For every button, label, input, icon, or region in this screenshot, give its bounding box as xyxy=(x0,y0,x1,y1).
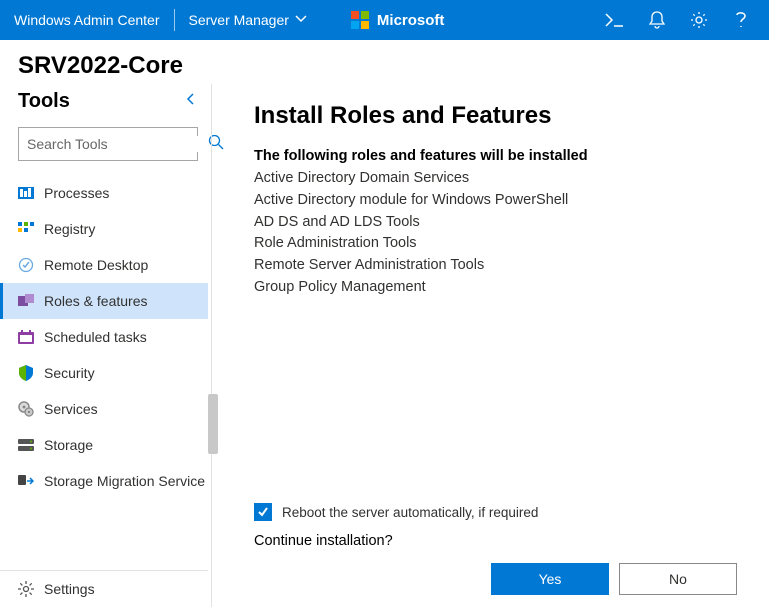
help-icon[interactable] xyxy=(731,10,751,30)
top-bar: Windows Admin Center Server Manager Micr… xyxy=(0,0,769,40)
sidebar-item-label: Settings xyxy=(44,581,95,597)
topbar-right xyxy=(605,10,759,30)
feature-line: Remote Server Administration Tools xyxy=(254,255,741,277)
feature-line: Active Directory Domain Services xyxy=(254,168,741,190)
sidebar-item-storage[interactable]: Storage xyxy=(0,427,208,463)
server-name: SRV2022-Core xyxy=(0,40,769,84)
tools-title: Tools xyxy=(18,90,70,113)
feature-line: Role Administration Tools xyxy=(254,233,741,255)
reboot-row: Reboot the server automatically, if requ… xyxy=(254,503,741,521)
microsoft-logo: Microsoft xyxy=(351,11,445,29)
microsoft-logo-icon xyxy=(351,11,369,29)
registry-icon xyxy=(18,221,34,237)
chevron-down-icon xyxy=(295,12,307,28)
settings-strip: Settings xyxy=(0,570,208,607)
topbar-left: Windows Admin Center Server Manager Micr… xyxy=(10,9,444,31)
confirmation-block: Reboot the server automatically, if requ… xyxy=(254,503,741,607)
module-dropdown[interactable]: Server Manager xyxy=(175,12,315,28)
shield-icon xyxy=(18,365,34,381)
feature-line: Group Policy Management xyxy=(254,277,741,299)
continue-question: Continue installation? xyxy=(254,533,741,549)
tools-header: Tools xyxy=(18,90,208,113)
button-row: Yes No xyxy=(254,563,741,595)
content-panel: Install Roles and Features The following… xyxy=(220,84,769,607)
sidebar: Tools Processes Registry Remote Desktop xyxy=(0,84,208,607)
sidebar-item-label: Storage xyxy=(44,437,93,453)
sidebar-item-security[interactable]: Security xyxy=(0,355,208,391)
storage-icon xyxy=(18,437,34,453)
page-title: Install Roles and Features xyxy=(254,102,741,130)
splitter[interactable] xyxy=(208,84,220,607)
gear-icon xyxy=(18,581,34,597)
services-icon xyxy=(18,401,34,417)
reboot-checkbox[interactable] xyxy=(254,503,272,521)
sidebar-item-label: Storage Migration Service xyxy=(44,473,205,489)
feature-line: AD DS and AD LDS Tools xyxy=(254,212,741,234)
reboot-label: Reboot the server automatically, if requ… xyxy=(282,505,538,520)
remote-desktop-icon xyxy=(18,257,34,273)
sidebar-item-storage-migration[interactable]: Storage Migration Service xyxy=(0,463,208,499)
sidebar-item-label: Services xyxy=(44,401,98,417)
module-name: Server Manager xyxy=(189,12,289,28)
sidebar-item-label: Registry xyxy=(44,221,95,237)
sidebar-item-processes[interactable]: Processes xyxy=(0,175,208,211)
no-button[interactable]: No xyxy=(619,563,737,595)
tool-list: Processes Registry Remote Desktop Roles … xyxy=(0,175,208,499)
scrollbar-thumb[interactable] xyxy=(208,394,218,454)
install-subhead: The following roles and features will be… xyxy=(254,148,741,164)
sidebar-item-label: Processes xyxy=(44,185,109,201)
sidebar-item-settings[interactable]: Settings xyxy=(0,571,208,607)
sidebar-item-label: Roles & features xyxy=(44,293,148,309)
microsoft-text: Microsoft xyxy=(377,12,445,29)
sidebar-item-scheduled-tasks[interactable]: Scheduled tasks xyxy=(0,319,208,355)
processes-icon xyxy=(18,185,34,201)
product-name[interactable]: Windows Admin Center xyxy=(10,12,174,28)
feature-line: Active Directory module for Windows Powe… xyxy=(254,190,741,212)
sidebar-item-services[interactable]: Services xyxy=(0,391,208,427)
search-input[interactable] xyxy=(27,136,208,152)
sidebar-item-roles-features[interactable]: Roles & features xyxy=(0,283,208,319)
storage-migration-icon xyxy=(18,473,34,489)
sidebar-item-registry[interactable]: Registry xyxy=(0,211,208,247)
body-area: Tools Processes Registry Remote Desktop xyxy=(0,84,769,607)
search-tools-field[interactable] xyxy=(18,127,198,161)
powershell-icon[interactable] xyxy=(605,10,625,30)
sidebar-item-remote-desktop[interactable]: Remote Desktop xyxy=(0,247,208,283)
gear-icon[interactable] xyxy=(689,10,709,30)
collapse-sidebar-icon[interactable] xyxy=(184,92,198,111)
notifications-icon[interactable] xyxy=(647,10,667,30)
sidebar-item-label: Security xyxy=(44,365,95,381)
scheduled-tasks-icon xyxy=(18,329,34,345)
roles-features-icon xyxy=(18,293,34,309)
sidebar-item-label: Remote Desktop xyxy=(44,257,148,273)
sidebar-item-label: Scheduled tasks xyxy=(44,329,147,345)
yes-button[interactable]: Yes xyxy=(491,563,609,595)
